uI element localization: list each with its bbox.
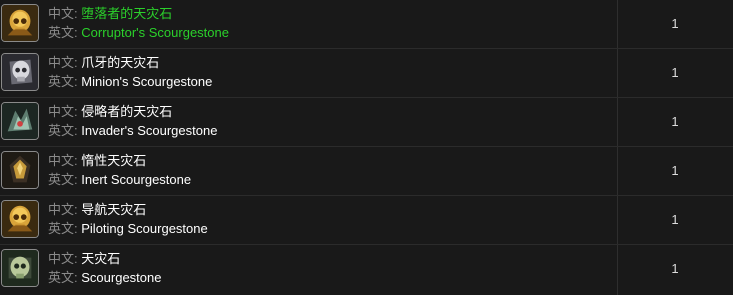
item-table: 中文: 堕落者的天灾石 英文: Corruptor's Scourgestone… bbox=[0, 0, 733, 295]
english-label: 英文: bbox=[48, 123, 78, 138]
english-label: 英文: bbox=[48, 221, 78, 236]
table-row[interactable]: 中文: 堕落者的天灾石 英文: Corruptor's Scourgestone… bbox=[0, 0, 733, 49]
chinese-name-line: 中文: 爪牙的天灾石 bbox=[48, 54, 159, 72]
table-row[interactable]: 中文: 侵略者的天灾石 英文: Invader's Scourgestone 1 bbox=[0, 98, 733, 147]
table-row[interactable]: 中文: 天灾石 英文: Scourgestone 1 bbox=[0, 245, 733, 295]
quantity-cell: 1 bbox=[671, 114, 679, 129]
english-name-line: 英文: Invader's Scourgestone bbox=[48, 122, 217, 140]
english-item-name[interactable]: Invader's Scourgestone bbox=[81, 123, 217, 138]
english-item-name[interactable]: Scourgestone bbox=[81, 270, 161, 285]
chinese-label: 中文: bbox=[48, 251, 78, 266]
english-item-name[interactable]: Piloting Scourgestone bbox=[81, 221, 207, 236]
english-label: 英文: bbox=[48, 74, 78, 89]
green-crystal-icon[interactable] bbox=[1, 102, 39, 140]
chinese-item-name[interactable]: 导航天灾石 bbox=[81, 202, 146, 217]
chinese-name-line: 中文: 侵略者的天灾石 bbox=[48, 103, 172, 121]
quantity-cell: 1 bbox=[671, 212, 679, 227]
chinese-name-line: 中文: 堕落者的天灾石 bbox=[48, 5, 172, 23]
chinese-label: 中文: bbox=[48, 55, 78, 70]
quantity-cell: 1 bbox=[671, 16, 679, 31]
chinese-item-name[interactable]: 侵略者的天灾石 bbox=[81, 104, 172, 119]
table-row[interactable]: 中文: 惰性天灾石 英文: Inert Scourgestone 1 bbox=[0, 147, 733, 196]
chinese-label: 中文: bbox=[48, 6, 78, 21]
table-row[interactable]: 中文: 导航天灾石 英文: Piloting Scourgestone 1 bbox=[0, 196, 733, 245]
english-label: 英文: bbox=[48, 172, 78, 187]
chinese-name-line: 中文: 导航天灾石 bbox=[48, 201, 146, 219]
english-name-line: 英文: Piloting Scourgestone bbox=[48, 220, 208, 238]
quantity-cell: 1 bbox=[671, 261, 679, 276]
table-row[interactable]: 中文: 爪牙的天灾石 英文: Minion's Scourgestone 1 bbox=[0, 49, 733, 98]
golden-skull-icon[interactable] bbox=[1, 200, 39, 238]
english-name-line: 英文: Inert Scourgestone bbox=[48, 171, 191, 189]
chinese-label: 中文: bbox=[48, 104, 78, 119]
quantity-cell: 1 bbox=[671, 163, 679, 178]
chinese-item-name[interactable]: 惰性天灾石 bbox=[81, 153, 146, 168]
english-label: 英文: bbox=[48, 270, 78, 285]
english-label: 英文: bbox=[48, 25, 78, 40]
chinese-name-line: 中文: 天灾石 bbox=[48, 250, 120, 268]
english-name-line: 英文: Minion's Scourgestone bbox=[48, 73, 212, 91]
chinese-item-name[interactable]: 爪牙的天灾石 bbox=[81, 55, 159, 70]
dark-gem-icon[interactable] bbox=[1, 151, 39, 189]
english-item-name[interactable]: Corruptor's Scourgestone bbox=[81, 25, 229, 40]
golden-skull-icon[interactable] bbox=[1, 4, 39, 42]
english-name-line: 英文: Corruptor's Scourgestone bbox=[48, 24, 229, 42]
english-item-name[interactable]: Inert Scourgestone bbox=[81, 172, 191, 187]
english-item-name[interactable]: Minion's Scourgestone bbox=[81, 74, 212, 89]
chinese-label: 中文: bbox=[48, 153, 78, 168]
chinese-item-name[interactable]: 天灾石 bbox=[81, 251, 120, 266]
green-skull-icon[interactable] bbox=[1, 249, 39, 287]
chinese-label: 中文: bbox=[48, 202, 78, 217]
chinese-item-name[interactable]: 堕落者的天灾石 bbox=[81, 6, 172, 21]
english-name-line: 英文: Scourgestone bbox=[48, 269, 161, 287]
quantity-cell: 1 bbox=[671, 65, 679, 80]
silver-skull-icon[interactable] bbox=[1, 53, 39, 91]
chinese-name-line: 中文: 惰性天灾石 bbox=[48, 152, 146, 170]
